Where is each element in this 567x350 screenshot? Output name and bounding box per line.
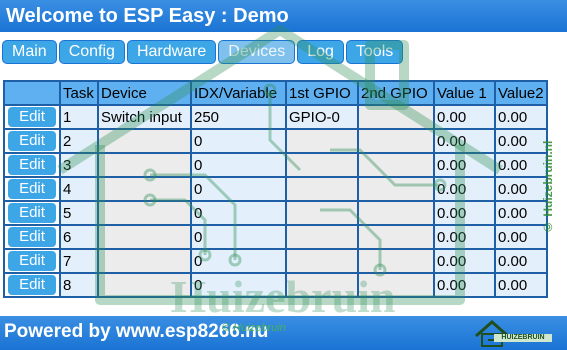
edit-button[interactable]: Edit xyxy=(8,107,56,127)
gpio2-cell xyxy=(357,224,435,250)
value1-cell: 0.00 xyxy=(433,128,496,154)
gpio2-cell xyxy=(357,152,435,178)
device-cell xyxy=(97,128,192,154)
gpio1-cell xyxy=(285,224,359,250)
task-cell: 5 xyxy=(59,200,99,226)
table-row: Edit 7 0 0.00 0.00 xyxy=(3,248,548,274)
device-cell xyxy=(97,224,192,250)
column-header-gpio1: 1st GPIO xyxy=(285,80,359,106)
gpio2-cell xyxy=(357,128,435,154)
value2-cell: 0.00 xyxy=(494,224,548,250)
edit-button[interactable]: Edit xyxy=(8,155,56,175)
column-header-task: Task xyxy=(59,80,99,106)
idx-cell: 0 xyxy=(190,272,287,298)
value2-cell: 0.00 xyxy=(494,200,548,226)
page-header: Welcome to ESP Easy : Demo xyxy=(0,0,567,32)
column-header-edit xyxy=(3,80,61,106)
column-header-value2: Value2 xyxy=(494,80,548,106)
value1-cell: 0.00 xyxy=(433,272,496,298)
table-row: Edit 2 0 0.00 0.00 xyxy=(3,128,548,154)
idx-cell: 0 xyxy=(190,248,287,274)
table-row: Edit 4 0 0.00 0.00 xyxy=(3,176,548,202)
value1-cell: 0.00 xyxy=(433,152,496,178)
gpio2-cell xyxy=(357,248,435,274)
tab-config[interactable]: Config xyxy=(58,40,125,64)
task-cell: 1 xyxy=(59,104,99,130)
task-cell: 8 xyxy=(59,272,99,298)
device-cell xyxy=(97,248,192,274)
gpio1-cell xyxy=(285,176,359,202)
tab-main[interactable]: Main xyxy=(2,40,57,64)
devices-table: Task Device IDX/Variable 1st GPIO 2nd GP… xyxy=(3,80,548,298)
gpio1-cell: GPIO-0 xyxy=(285,104,359,130)
table-row: Edit 5 0 0.00 0.00 xyxy=(3,200,548,226)
house-circuit-icon xyxy=(475,320,509,347)
tab-log[interactable]: Log xyxy=(297,40,344,64)
devices-table-body: Edit 1 Switch input 250 GPIO-0 0.00 0.00… xyxy=(3,104,548,298)
device-cell xyxy=(97,200,192,226)
value1-cell: 0.00 xyxy=(433,200,496,226)
value2-cell: 0.00 xyxy=(494,248,548,274)
tab-devices[interactable]: Devices xyxy=(218,40,296,64)
idx-cell: 0 xyxy=(190,128,287,154)
page-title: Welcome to ESP Easy : Demo xyxy=(6,5,289,27)
column-header-value1: Value 1 xyxy=(433,80,496,106)
edit-button[interactable]: Edit xyxy=(8,179,56,199)
column-header-device: Device xyxy=(97,80,192,106)
gpio1-cell xyxy=(285,152,359,178)
gpio2-cell xyxy=(357,176,435,202)
footer-logo-text: HUIZEBRUIN xyxy=(494,334,552,342)
tab-hardware[interactable]: Hardware xyxy=(126,40,217,64)
device-cell xyxy=(97,152,192,178)
gpio1-cell xyxy=(285,272,359,298)
idx-cell: 0 xyxy=(190,152,287,178)
gpio2-cell xyxy=(357,104,435,130)
value1-cell: 0.00 xyxy=(433,104,496,130)
value2-cell: 0.00 xyxy=(494,128,548,154)
footer-watermark-text: © Huizebruin xyxy=(222,322,286,334)
task-cell: 7 xyxy=(59,248,99,274)
esp-easy-page: Welcome to ESP Easy : Demo Main Config H… xyxy=(0,0,567,350)
edit-button[interactable]: Edit xyxy=(8,203,56,223)
edit-button[interactable]: Edit xyxy=(8,131,56,151)
gpio1-cell xyxy=(285,200,359,226)
idx-cell: 0 xyxy=(190,224,287,250)
task-cell: 3 xyxy=(59,152,99,178)
value2-cell: 0.00 xyxy=(494,104,548,130)
edit-button[interactable]: Edit xyxy=(8,251,56,271)
table-row: Edit 6 0 0.00 0.00 xyxy=(3,224,548,250)
main-nav: Main Config Hardware Devices Log Tools xyxy=(2,40,404,64)
value2-cell: 0.00 xyxy=(494,272,548,298)
watermark-side-text: © Huizebruin.nl xyxy=(541,140,555,234)
task-cell: 6 xyxy=(59,224,99,250)
idx-cell: 0 xyxy=(190,200,287,226)
gpio1-cell xyxy=(285,128,359,154)
column-header-gpio2: 2nd GPIO xyxy=(357,80,435,106)
table-row: Edit 8 0 0.00 0.00 xyxy=(3,272,548,298)
value1-cell: 0.00 xyxy=(433,224,496,250)
value1-cell: 0.00 xyxy=(433,176,496,202)
idx-cell: 0 xyxy=(190,176,287,202)
value1-cell: 0.00 xyxy=(433,248,496,274)
value2-cell: 0.00 xyxy=(494,176,548,202)
device-cell: Switch input xyxy=(97,104,192,130)
edit-button[interactable]: Edit xyxy=(8,227,56,247)
column-header-idx: IDX/Variable xyxy=(190,80,287,106)
task-cell: 2 xyxy=(59,128,99,154)
edit-button[interactable]: Edit xyxy=(8,275,56,295)
value2-cell: 0.00 xyxy=(494,152,548,178)
gpio1-cell xyxy=(285,248,359,274)
table-row: Edit 3 0 0.00 0.00 xyxy=(3,152,548,178)
table-header-row: Task Device IDX/Variable 1st GPIO 2nd GP… xyxy=(3,80,548,106)
task-cell: 4 xyxy=(59,176,99,202)
gpio2-cell xyxy=(357,200,435,226)
device-cell xyxy=(97,272,192,298)
idx-cell: 250 xyxy=(190,104,287,130)
gpio2-cell xyxy=(357,272,435,298)
tab-tools[interactable]: Tools xyxy=(345,40,404,64)
device-cell xyxy=(97,176,192,202)
table-row: Edit 1 Switch input 250 GPIO-0 0.00 0.00 xyxy=(3,104,548,130)
